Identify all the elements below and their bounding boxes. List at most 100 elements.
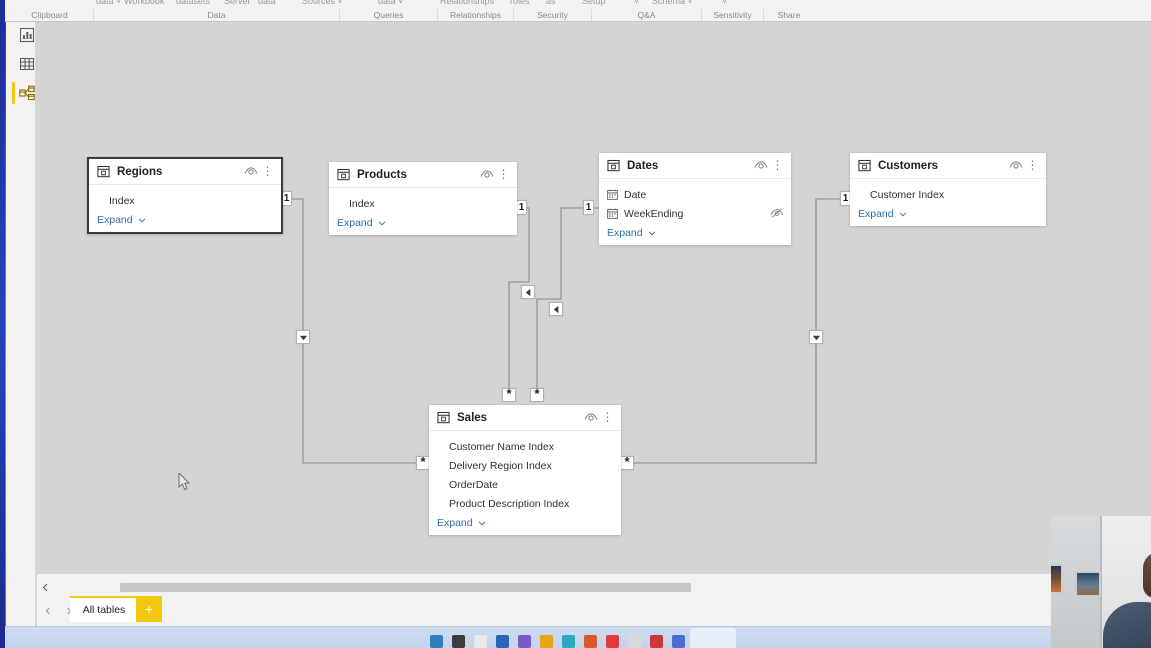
expand-toggle[interactable]: Expand: [329, 215, 517, 235]
expand-toggle[interactable]: Expand: [429, 515, 621, 535]
chevron-down-icon: [899, 212, 907, 217]
ribbon-group-queries: Queries: [340, 9, 438, 22]
eye-icon[interactable]: [753, 158, 768, 173]
table-field[interactable]: WeekEnding: [605, 204, 785, 223]
page-prev-icon[interactable]: [45, 607, 51, 615]
table-field[interactable]: Customer Name Index: [435, 437, 615, 456]
eye-icon[interactable]: [479, 167, 494, 182]
expand-label: Expand: [337, 217, 373, 229]
ribbon-command-label[interactable]: datasets: [176, 0, 210, 6]
taskbar-app-icon[interactable]: [452, 635, 465, 648]
webcam-overlay: [1051, 516, 1151, 648]
ribbon-command-label[interactable]: Setup: [582, 0, 606, 6]
table-card-header[interactable]: Products ⋮: [329, 162, 517, 188]
bottom-bar: All tables +: [37, 574, 1151, 626]
ribbon-command-label[interactable]: as: [546, 0, 556, 6]
more-options-icon[interactable]: ⋮: [1025, 158, 1040, 173]
ribbon-command-label[interactable]: Relationships: [440, 0, 494, 6]
ribbon-command-label[interactable]: Schema ˅: [652, 0, 693, 6]
ribbon-command-label[interactable]: Server: [224, 0, 251, 6]
taskbar-app-icon[interactable]: [672, 635, 685, 648]
table-fields-list: Index: [89, 185, 281, 212]
taskbar-app-icon[interactable]: [650, 635, 663, 648]
more-options-icon[interactable]: ⋮: [496, 167, 511, 182]
taskbar-app-icon[interactable]: [628, 635, 641, 648]
filter-direction-arrow-dates[interactable]: [549, 302, 563, 316]
table-card-sales[interactable]: Sales ⋮ Customer Name IndexDelivery Region…: [429, 405, 621, 535]
table-field[interactable]: Index: [95, 191, 275, 210]
table-name: Dates: [627, 160, 751, 172]
ribbon-group-relationships: Relationships: [438, 9, 514, 22]
taskbar-app-icon[interactable]: [540, 635, 553, 648]
tab-all-tables[interactable]: All tables: [70, 596, 138, 622]
table-field[interactable]: Delivery Region Index: [435, 456, 615, 475]
table-field[interactable]: Index: [335, 194, 511, 213]
horizontal-scrollbar-thumb[interactable]: [120, 583, 691, 592]
expand-toggle[interactable]: Expand: [599, 225, 791, 245]
view-switcher-rail: [6, 22, 36, 626]
expand-toggle[interactable]: Expand: [850, 206, 1046, 226]
ribbon-group-share: Share: [764, 9, 814, 22]
sidebar-item-report-view[interactable]: [18, 26, 36, 44]
plus-icon: +: [145, 602, 153, 616]
filter-direction-arrow-products[interactable]: [521, 285, 535, 299]
calendar-icon: [607, 189, 618, 200]
table-card-regions[interactable]: Regions⋮ Index Expand: [87, 157, 283, 234]
table-name: Products: [357, 169, 477, 181]
add-layout-button[interactable]: +: [136, 596, 162, 622]
table-card-header[interactable]: Sales ⋮: [429, 405, 621, 431]
ribbon-command-label[interactable]: data: [258, 0, 276, 6]
horizontal-scrollbar[interactable]: [37, 578, 1151, 589]
table-card-header[interactable]: Dates ⋮: [599, 153, 791, 179]
table-field[interactable]: Product Description Index: [435, 494, 615, 513]
table-name: Sales: [457, 412, 581, 424]
table-field[interactable]: OrderDate: [435, 475, 615, 494]
filter-direction-arrow-customers[interactable]: [809, 330, 823, 344]
webcam-framed-picture-1: [1051, 564, 1063, 594]
taskbar-app-icon[interactable]: [518, 635, 531, 648]
cardinality-badge-one-products: 1: [516, 200, 527, 215]
model-diagram-canvas[interactable]: 1 1 1 1 * * * * Regions⋮IndexExpandProdu…: [37, 22, 1151, 574]
ribbon-command-label[interactable]: data ˅: [378, 0, 403, 6]
more-options-icon[interactable]: ⋮: [600, 410, 615, 425]
taskbar-app-icon[interactable]: [474, 635, 487, 648]
ribbon-command-label[interactable]: ˅: [634, 0, 639, 6]
expand-label: Expand: [607, 227, 643, 239]
ribbon-command-label[interactable]: Sources ˅: [302, 0, 343, 6]
table-field[interactable]: Customer Index: [856, 185, 1040, 204]
ribbon-command-label[interactable]: data ˅: [96, 0, 121, 6]
table-card-header[interactable]: Customers⋮: [850, 153, 1046, 179]
taskbar-app-icon[interactable]: [606, 635, 619, 648]
filter-direction-arrow-regions[interactable]: [296, 330, 310, 344]
ribbon-command-label[interactable]: roles: [510, 0, 530, 6]
table-card-dates[interactable]: Dates ⋮ Date WeekEnding Expand: [599, 153, 791, 245]
chevron-left-icon[interactable]: [37, 581, 53, 594]
chevron-down-icon: [138, 218, 146, 223]
eye-icon[interactable]: [583, 410, 598, 425]
windows-taskbar[interactable]: [0, 626, 1151, 648]
sidebar-item-model-view[interactable]: [18, 84, 36, 102]
table-card-header[interactable]: Regions⋮: [89, 159, 281, 185]
more-options-icon[interactable]: ⋮: [770, 158, 785, 173]
ribbon-command-label[interactable]: ˅: [722, 0, 727, 6]
more-options-icon[interactable]: ⋮: [260, 164, 275, 179]
field-hidden-icon[interactable]: [770, 207, 783, 220]
taskbar-app-icon[interactable]: [562, 635, 575, 648]
table-card-customers[interactable]: Customers⋮ Customer Index Expand: [850, 153, 1046, 226]
eye-icon[interactable]: [243, 164, 258, 179]
ribbon-command-label[interactable]: Workbook: [124, 0, 164, 6]
table-field-label: Date: [624, 189, 785, 201]
ribbon-group-security: Security: [514, 9, 592, 22]
mouse-cursor: [178, 473, 191, 490]
taskbar-app-icon[interactable]: [430, 635, 443, 648]
table-card-products[interactable]: Products ⋮ Index Expand: [329, 162, 517, 235]
table-fields-list: Index: [329, 188, 517, 215]
tab-all-tables-label: All tables: [83, 604, 126, 616]
table-field[interactable]: Date: [605, 185, 785, 204]
expand-toggle[interactable]: Expand: [89, 212, 281, 232]
eye-icon[interactable]: [1008, 158, 1023, 173]
taskbar-app-icon[interactable]: [496, 635, 509, 648]
taskbar-app-icon[interactable]: [584, 635, 597, 648]
sidebar-item-data-view[interactable]: [18, 55, 36, 73]
ribbon-group-labels: ClipboardDataQueriesRelationshipsSecurit…: [0, 9, 1151, 22]
